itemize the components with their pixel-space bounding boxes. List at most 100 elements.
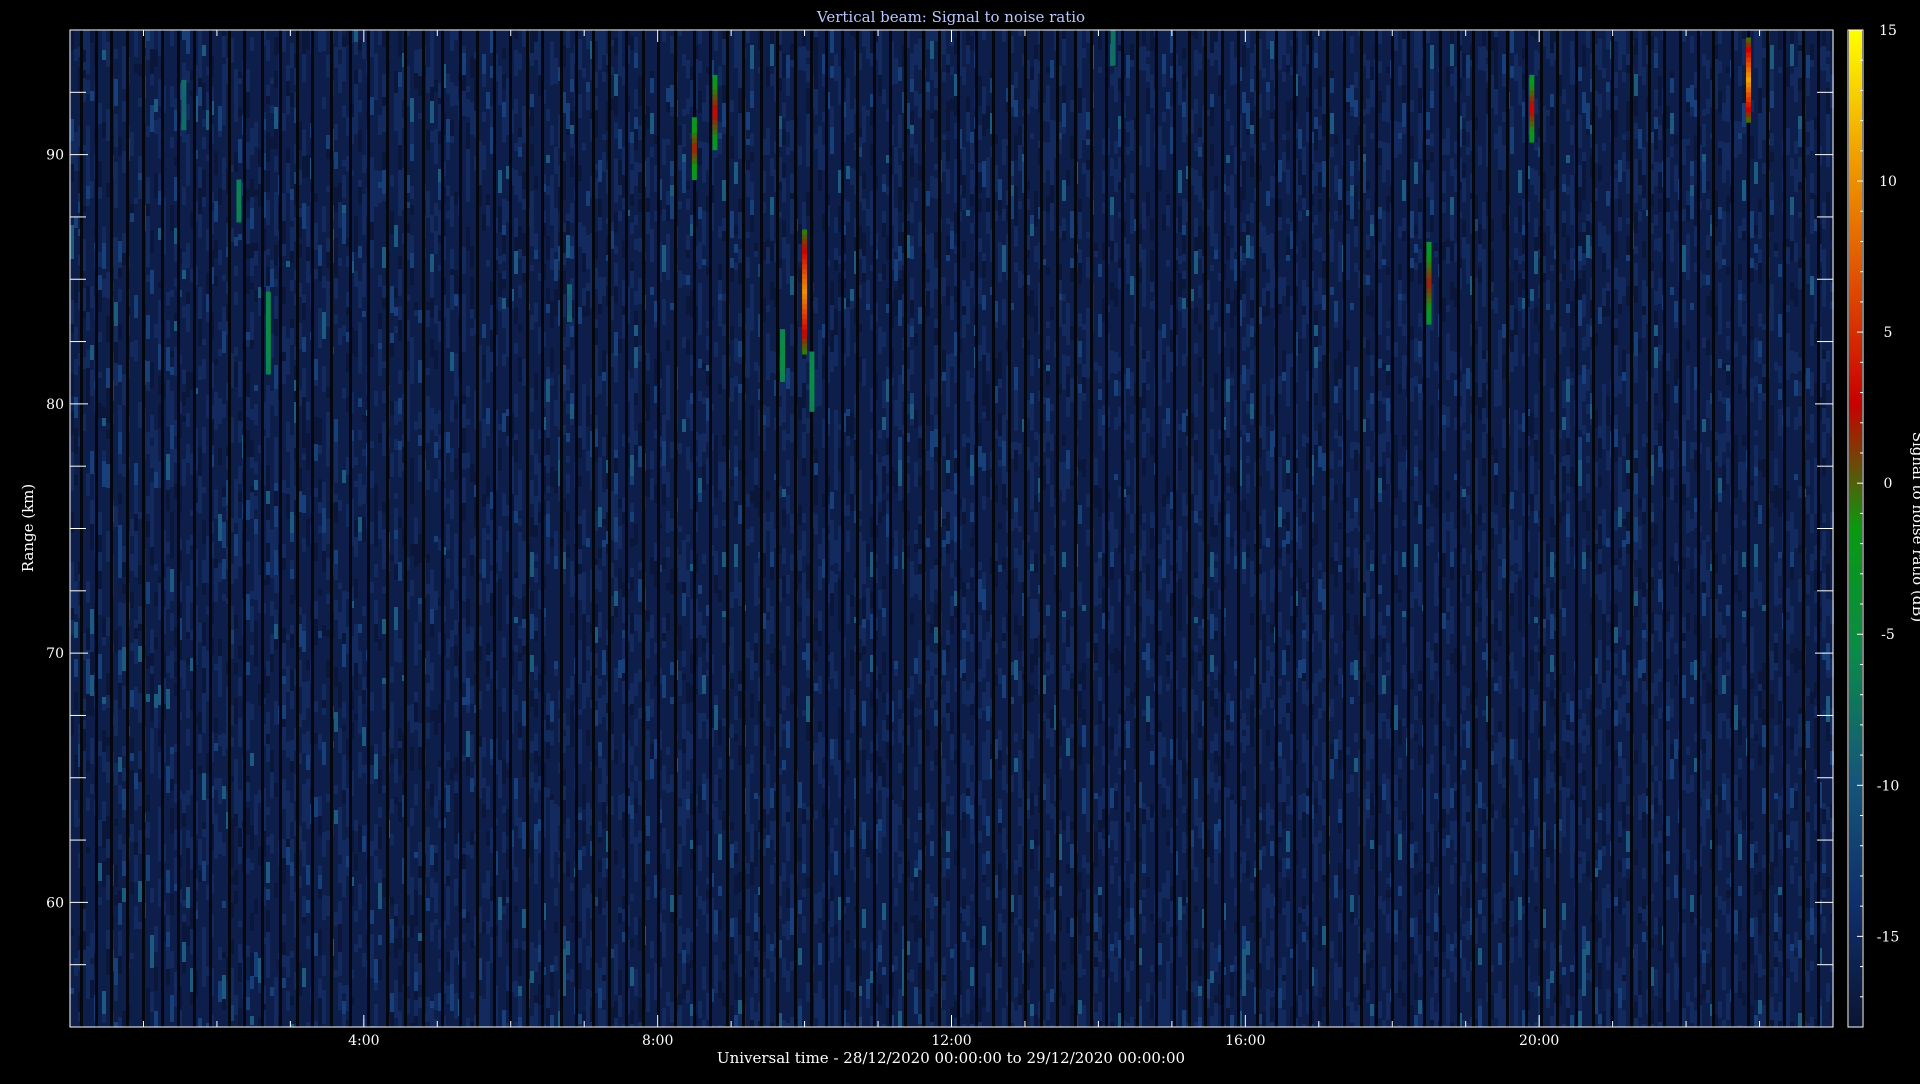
noise-cell (114, 985, 118, 1001)
noise-cell (130, 519, 134, 536)
noise-cell (514, 440, 518, 462)
noise-cell (326, 387, 330, 398)
noise-cell (98, 275, 102, 290)
noise-cell (302, 164, 306, 178)
noise-cell (266, 249, 270, 255)
noise-cell (586, 946, 590, 970)
noise-cell (186, 30, 190, 54)
noise-cell (846, 1023, 850, 1027)
noise-cell (394, 539, 398, 564)
noise-cell (270, 601, 274, 616)
noise-cell (370, 157, 374, 177)
noise-cell (202, 657, 206, 668)
noise-cell (102, 243, 106, 269)
noise-cell (246, 782, 250, 801)
noise-cell (678, 526, 682, 532)
noise-cell (614, 542, 618, 560)
noise-cell (754, 793, 758, 799)
noise-cell (586, 451, 590, 471)
noise-cell (234, 759, 238, 782)
noise-cell (430, 1008, 434, 1027)
noise-cell (106, 183, 110, 197)
noise-cell (806, 51, 810, 57)
noise-cell (234, 870, 238, 885)
noise-cell (586, 538, 590, 547)
noise-cell (150, 935, 154, 951)
noise-cell (898, 460, 902, 486)
noise-cell (382, 391, 386, 403)
noise-cell (274, 575, 278, 593)
noise-cell (910, 916, 914, 923)
noise-cell (246, 276, 250, 294)
noise-cell (666, 849, 670, 869)
noise-cell (306, 247, 310, 261)
noise-cell (418, 49, 422, 76)
noise-cell (894, 956, 898, 971)
noise-cell (170, 779, 174, 791)
noise-cell (754, 941, 758, 957)
noise-cell (918, 438, 922, 458)
noise-cell (290, 227, 294, 251)
noise-cell (546, 501, 550, 514)
noise-cell (70, 620, 74, 635)
noise-cell (894, 229, 898, 252)
noise-cell (398, 728, 402, 741)
noise-cell (222, 166, 226, 190)
noise-cell (578, 709, 582, 715)
noise-cell (714, 435, 718, 458)
noise-cell (134, 514, 138, 531)
noise-cell (134, 497, 138, 514)
noise-cell (570, 726, 574, 747)
noise-cell (354, 216, 358, 232)
noise-cell (286, 494, 290, 519)
noise-cell (646, 353, 650, 371)
noise-cell (114, 819, 118, 826)
noise-cell (718, 300, 722, 327)
noise-cell (394, 401, 398, 425)
noise-cell (286, 422, 290, 435)
noise-cell (486, 367, 490, 383)
noise-cell (766, 239, 770, 247)
noise-cell (170, 544, 174, 558)
noise-cell (282, 742, 286, 750)
noise-cell (446, 952, 450, 972)
noise-cell (102, 1014, 106, 1023)
noise-cell (394, 119, 398, 131)
noise-cell (782, 760, 786, 770)
noise-cell (274, 319, 278, 336)
noise-cell (138, 751, 142, 769)
noise-cell (426, 683, 430, 707)
noise-cell (518, 546, 522, 572)
noise-cell (638, 172, 642, 193)
noise-cell (358, 624, 362, 633)
noise-cell (802, 383, 806, 408)
noise-cell (598, 457, 602, 480)
noise-cell (170, 522, 174, 544)
noise-cell (446, 308, 450, 335)
noise-cell (342, 861, 346, 879)
noise-cell (146, 30, 150, 41)
noise-cell (814, 369, 818, 379)
noise-cell (186, 413, 190, 427)
noise-cell (790, 126, 794, 151)
noise-cell (290, 93, 294, 107)
noise-cell (766, 305, 770, 312)
noise-cell (918, 649, 922, 673)
noise-cell (290, 862, 294, 876)
noise-cell (814, 627, 818, 640)
noise-cell (634, 215, 638, 225)
noise-cell (122, 746, 126, 756)
noise-cell (390, 175, 394, 187)
noise-cell (302, 538, 306, 552)
noise-cell (306, 731, 310, 755)
noise-cell (534, 42, 538, 53)
noise-cell (678, 271, 682, 288)
noise-cell (918, 1014, 922, 1024)
noise-cell (202, 339, 206, 345)
noise-cell (362, 836, 366, 852)
noise-cell (274, 550, 278, 575)
noise-cell (566, 324, 570, 347)
noise-cell (250, 753, 254, 766)
noise-cell (470, 735, 474, 762)
noise-cell (86, 694, 90, 715)
